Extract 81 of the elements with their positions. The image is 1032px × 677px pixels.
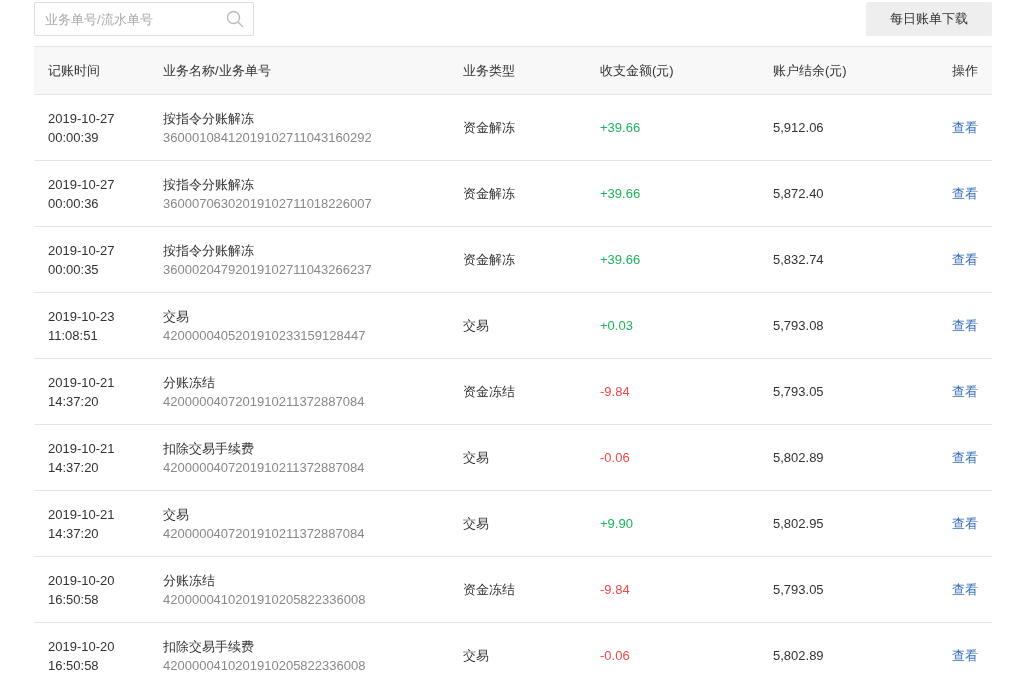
time-text: 00:00:35 — [48, 261, 99, 277]
amount-text: -0.06 — [600, 450, 630, 465]
search-icon — [226, 10, 244, 28]
order-number: 4200000405201910233159128447 — [163, 327, 366, 343]
balance-text: 5,793.05 — [773, 384, 824, 399]
view-link[interactable]: 查看 — [952, 384, 978, 399]
amount-text: -0.06 — [600, 648, 630, 663]
order-number: 4200000407201910211372887084 — [163, 393, 365, 409]
type-text: 交易 — [463, 450, 489, 465]
view-link[interactable]: 查看 — [952, 120, 978, 135]
balance-text: 5,802.95 — [773, 516, 824, 531]
time-text: 16:50:58 — [48, 591, 99, 607]
business-name: 按指令分账解冻 — [163, 242, 254, 258]
view-link[interactable]: 查看 — [952, 450, 978, 465]
order-number: 36000108412019102711043160292 — [163, 129, 372, 145]
view-link[interactable]: 查看 — [952, 516, 978, 531]
date-text: 2019-10-27 — [48, 242, 115, 258]
search-field[interactable]: 业务单号/流水单号 — [34, 2, 254, 36]
type-text: 交易 — [463, 516, 489, 531]
type-text: 资金冻结 — [463, 582, 515, 597]
time-text: 14:37:20 — [48, 393, 99, 409]
balance-text: 5,912.06 — [773, 120, 824, 135]
amount-text: +39.66 — [600, 252, 641, 267]
business-name: 分账冻结 — [163, 374, 215, 390]
order-number: 4200000410201910205822336008 — [163, 657, 366, 673]
date-text: 2019-10-21 — [48, 374, 115, 390]
type-text: 资金解冻 — [463, 120, 515, 135]
column-header: 账户结余(元) — [773, 62, 847, 78]
order-number: 4200000407201910211372887084 — [163, 459, 365, 475]
download-button[interactable]: 每日账单下载 — [866, 2, 992, 36]
balance-text: 5,793.08 — [773, 318, 824, 333]
order-number: 36000706302019102711018226007 — [163, 195, 372, 211]
time-text: 11:08:51 — [48, 327, 98, 343]
date-text: 2019-10-27 — [48, 176, 115, 192]
type-text: 交易 — [463, 318, 489, 333]
amount-text: +9.90 — [600, 516, 633, 531]
column-header: 业务类型 — [463, 62, 515, 78]
balance-text: 5,802.89 — [773, 450, 824, 465]
type-text: 交易 — [463, 648, 489, 663]
balance-text: 5,793.05 — [773, 582, 824, 597]
time-text: 14:37:20 — [48, 525, 99, 541]
date-text: 2019-10-20 — [48, 572, 115, 588]
business-name: 分账冻结 — [163, 572, 215, 588]
type-text: 资金解冻 — [463, 186, 515, 201]
date-text: 2019-10-27 — [48, 110, 115, 126]
business-name: 交易 — [163, 506, 189, 522]
amount-text: +39.66 — [600, 120, 641, 135]
order-number: 4200000410201910205822336008 — [163, 591, 366, 607]
type-text: 资金解冻 — [463, 252, 515, 267]
balance-text: 5,832.74 — [773, 252, 824, 267]
amount-text: -9.84 — [600, 582, 630, 597]
date-text: 2019-10-20 — [48, 638, 115, 654]
time-text: 16:50:58 — [48, 657, 99, 673]
column-header: 操作 — [952, 62, 978, 78]
column-header: 记账时间 — [48, 62, 100, 78]
view-link[interactable]: 查看 — [952, 186, 978, 201]
date-text: 2019-10-21 — [48, 440, 115, 456]
business-name: 扣除交易手续费 — [163, 638, 254, 654]
amount-text: +0.03 — [600, 318, 633, 333]
order-number: 36000204792019102711043266237 — [163, 261, 372, 277]
date-text: 2019-10-21 — [48, 506, 115, 522]
balance-text: 5,872.40 — [773, 186, 824, 201]
time-text: 00:00:36 — [48, 195, 99, 211]
view-link[interactable]: 查看 — [952, 648, 978, 663]
order-number: 4200000407201910211372887084 — [163, 525, 365, 541]
time-text: 14:37:20 — [48, 459, 99, 475]
view-link[interactable]: 查看 — [952, 318, 978, 333]
business-name: 交易 — [163, 308, 189, 324]
business-name: 按指令分账解冻 — [163, 176, 254, 192]
column-header: 业务名称/业务单号 — [163, 62, 271, 78]
view-link[interactable]: 查看 — [952, 582, 978, 597]
time-text: 00:00:39 — [48, 129, 99, 145]
business-name: 扣除交易手续费 — [163, 440, 254, 456]
amount-text: -9.84 — [600, 384, 630, 399]
type-text: 资金冻结 — [463, 384, 515, 399]
amount-text: +39.66 — [600, 186, 641, 201]
view-link[interactable]: 查看 — [952, 252, 978, 267]
column-header: 收支金额(元) — [600, 62, 674, 78]
balance-text: 5,802.89 — [773, 648, 824, 663]
business-name: 按指令分账解冻 — [163, 110, 254, 126]
date-text: 2019-10-23 — [48, 308, 115, 324]
